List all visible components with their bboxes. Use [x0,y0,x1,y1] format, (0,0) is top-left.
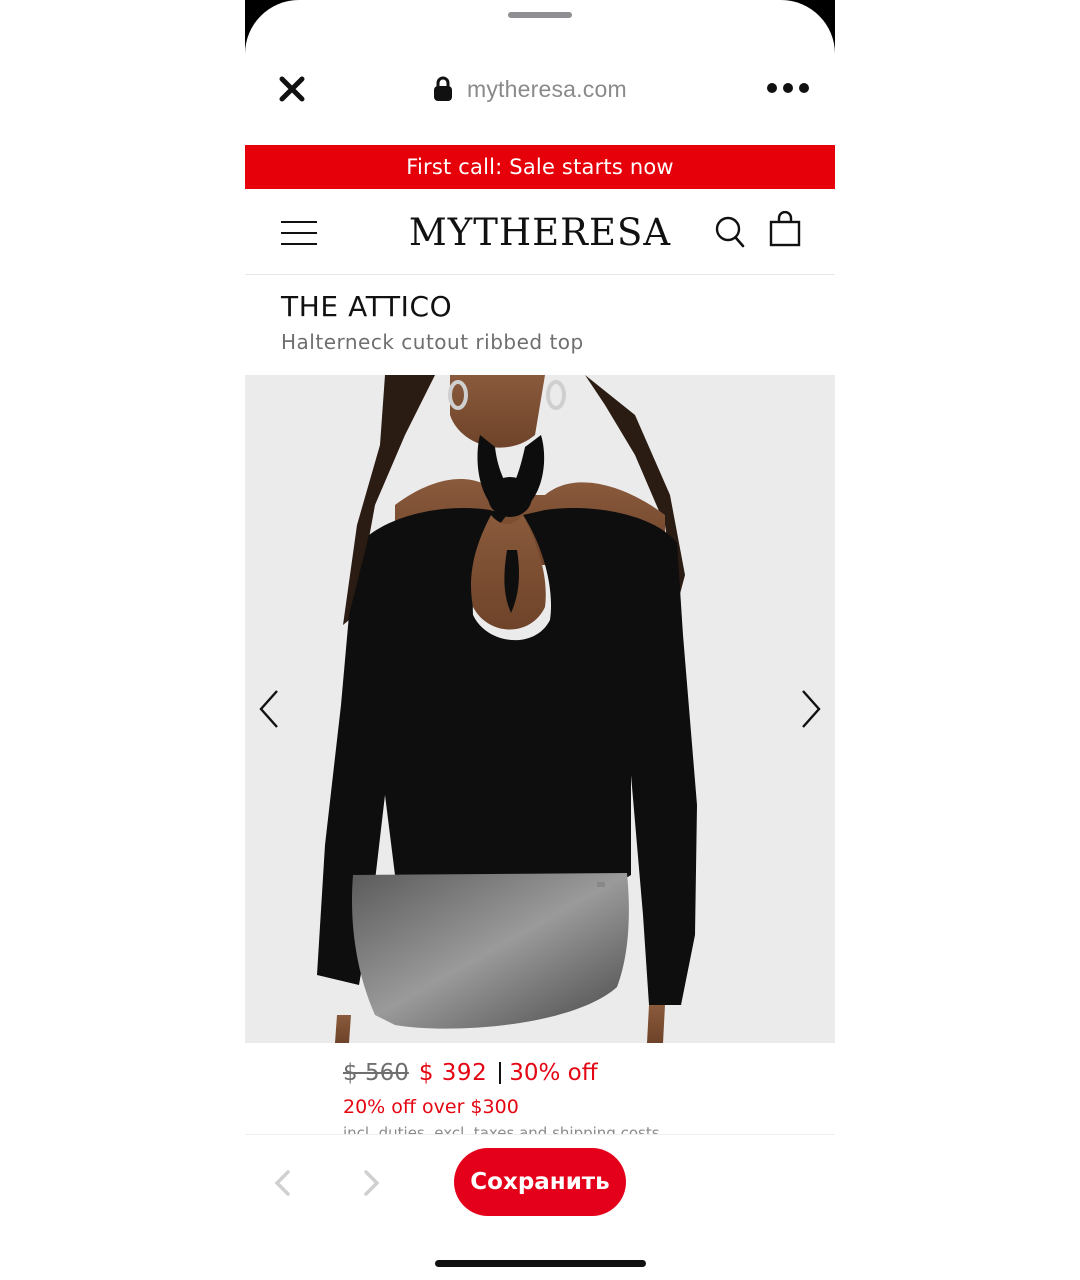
site-header: MYTHERESA [245,189,835,275]
more-icon-dot [799,83,809,93]
duties-note: incl. duties, excl. taxes and shipping c… [343,1124,660,1134]
price-row: $ 560 $ 392 30% off [343,1060,598,1086]
chevron-right-icon[interactable] [797,687,825,731]
original-price: $ 560 [343,1060,409,1086]
chevron-right-icon[interactable] [361,1169,383,1197]
url-bar[interactable]: mytheresa.com [433,72,627,106]
price-separator [499,1062,502,1084]
promo-banner-text: First call: Sale starts now [406,155,674,179]
close-button[interactable] [275,72,309,106]
promo-banner[interactable]: First call: Sale starts now [245,145,835,189]
close-icon [279,76,305,102]
shopping-bag-icon[interactable] [769,211,801,247]
promo-offer: 20% off over $300 [343,1096,519,1118]
product-image [317,375,697,1043]
chevron-left-icon[interactable] [271,1169,293,1197]
search-icon[interactable] [715,216,745,248]
more-icon-dot [783,83,793,93]
lock-icon [434,76,452,101]
product-gallery[interactable] [245,375,835,1043]
home-indicator[interactable] [435,1260,646,1267]
product-name: Halterneck cutout ribbed top [281,330,584,354]
product-heading: THE ATTICO Halterneck cutout ribbed top [281,290,811,354]
more-options-button[interactable] [767,76,809,100]
url-text: mytheresa.com [467,75,627,102]
browser-toolbar: Сохранить [245,1134,835,1280]
discount-label: 30% off [509,1060,598,1086]
more-icon-dot [767,83,777,93]
chevron-left-icon[interactable] [255,687,283,731]
sheet-grabber[interactable] [508,12,572,18]
site-logo[interactable]: MYTHERESA [409,209,670,255]
menu-icon[interactable] [281,221,317,245]
browser-sheet: mytheresa.com First call: Sale starts no… [245,0,835,1280]
save-button[interactable]: Сохранить [454,1148,626,1216]
brand-name[interactable]: THE ATTICO [281,290,811,324]
sale-price: $ 392 [418,1060,488,1086]
